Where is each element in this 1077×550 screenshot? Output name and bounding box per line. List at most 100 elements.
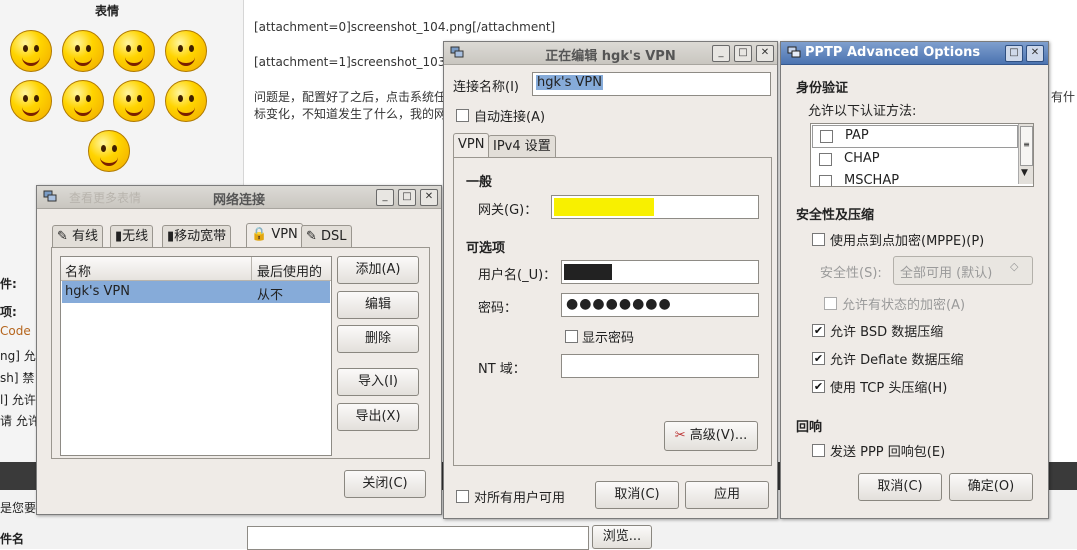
conn-name-input[interactable]: hgk's VPN — [532, 72, 771, 96]
emoticon-cool[interactable] — [113, 80, 155, 122]
gateway-input[interactable] — [551, 195, 759, 219]
network-titlebar[interactable]: 查看更多表情 网络连接 _ □ ✕ — [37, 186, 441, 209]
auth-heading: 身份验证 — [796, 81, 849, 96]
deflate-label: 允许 Deflate 数据压缩 — [830, 353, 964, 368]
show-password-checkbox[interactable] — [565, 330, 578, 343]
tab-vpn[interactable]: 🔒 VPN — [246, 223, 303, 248]
pap-label: PAP — [845, 128, 869, 143]
add-button[interactable]: 添加(A) — [337, 256, 419, 284]
auth-method-list[interactable]: PAP CHAP MSCHAP ≡ ▼ — [810, 123, 1034, 187]
tcp-header-checkbox[interactable]: ✔ — [812, 380, 825, 393]
list-item[interactable]: MSCHAP — [812, 171, 1016, 186]
all-users-checkbox[interactable] — [456, 490, 469, 503]
bsd-checkbox[interactable]: ✔ — [812, 324, 825, 337]
minimize-icon[interactable]: _ — [712, 45, 730, 62]
close-icon[interactable]: ✕ — [420, 189, 438, 206]
pptp-advanced-window: PPTP Advanced Options □ ✕ 身份验证 允许以下认证方法:… — [780, 41, 1049, 519]
close-icon[interactable]: ✕ — [756, 45, 774, 62]
emoticon-grin[interactable] — [62, 80, 104, 122]
minimize-icon[interactable]: _ — [376, 189, 394, 206]
attachment-line-1: [attachment=1]screenshot_103 — [254, 55, 446, 69]
column-last-used[interactable]: 最后使用的 — [257, 261, 322, 280]
attachment-line-0: [attachment=0]screenshot_104.png[/attach… — [254, 20, 556, 34]
tab-mobile[interactable]: ▮移动宽带 — [162, 225, 232, 248]
scroll-down-icon[interactable]: ▼ — [1021, 168, 1028, 178]
advanced-button[interactable]: ✂ 高级(V)... — [664, 421, 758, 451]
tab-wired[interactable]: ✎ 有线 — [52, 225, 104, 248]
list-header: 名称 最后使用的 — [61, 257, 331, 281]
security-select[interactable]: 全部可用 (默认) ◇ — [893, 256, 1033, 285]
connection-list[interactable]: 名称 最后使用的 hgk's VPN 从不 — [60, 256, 332, 456]
tab-wireless[interactable]: ▮无线 — [110, 225, 154, 248]
optional-heading: 可选项 — [466, 241, 506, 256]
nt-domain-input[interactable] — [561, 354, 759, 378]
chap-label: CHAP — [844, 151, 880, 166]
import-button[interactable]: 导入(I) — [337, 368, 419, 396]
send-echo-checkbox[interactable] — [812, 444, 825, 457]
chap-checkbox[interactable] — [819, 153, 832, 166]
question-line-1: 问题是，配置好了之后，点击系统任 — [254, 90, 447, 104]
tab-mobile-label: 移动宽带 — [174, 229, 227, 244]
cancel-button[interactable]: 取消(C) — [858, 473, 942, 501]
tcp-header-label: 使用 TCP 头压缩(H) — [830, 381, 948, 396]
pptp-app-icon — [787, 46, 801, 58]
tab-vpn-settings[interactable]: VPN — [453, 133, 490, 158]
edit-button[interactable]: 编辑 — [337, 291, 419, 319]
gateway-label: 网关(G)： — [478, 203, 538, 218]
column-name[interactable]: 名称 — [65, 261, 91, 280]
apply-button[interactable]: 应用 — [685, 481, 769, 509]
tab-dsl[interactable]: ✎ DSL — [301, 225, 352, 248]
list-item[interactable]: PAP — [812, 125, 1018, 148]
tab-vpn-label: VPN — [271, 227, 298, 242]
auth-subheading: 允许以下认证方法: — [808, 104, 917, 119]
row-last-used: 从不 — [257, 288, 284, 303]
mppe-checkbox[interactable] — [812, 233, 825, 246]
auto-connect-checkbox[interactable] — [456, 109, 469, 122]
emoticon-cry[interactable] — [10, 80, 52, 122]
maximize-icon[interactable]: □ — [734, 45, 752, 62]
close-button[interactable]: 关闭(C) — [344, 470, 426, 498]
vpn-tab-panel: 名称 最后使用的 hgk's VPN 从不 添加(A) 编辑 删除 导入(I) … — [51, 247, 430, 459]
tab-wired-label: 有线 — [72, 229, 99, 244]
all-users-label: 对所有用户可用 — [474, 491, 566, 506]
username-redaction — [564, 264, 612, 280]
delete-button[interactable]: 删除 — [337, 325, 419, 353]
side-label-4: sh] 禁 — [0, 371, 35, 385]
maximize-icon[interactable]: □ — [398, 189, 416, 206]
username-input[interactable] — [561, 260, 759, 284]
pap-checkbox[interactable] — [820, 130, 833, 143]
wired-icon: ✎ — [57, 229, 68, 244]
tab-ipv4-settings[interactable]: IPv4 设置 — [488, 135, 556, 158]
question-line-2: 标变化，不知道发生了什么，我的网 — [254, 107, 447, 121]
cancel-button[interactable]: 取消(C) — [595, 481, 679, 509]
maximize-icon[interactable]: □ — [1005, 45, 1023, 62]
tab-dsl-label: DSL — [321, 229, 347, 244]
stateful-checkbox[interactable] — [824, 297, 837, 310]
scrollbar-thumb[interactable]: ≡ — [1020, 126, 1033, 166]
ok-button[interactable]: 确定(O) — [949, 473, 1033, 501]
emoticons-heading: 表情 — [95, 4, 120, 18]
emoticon-laugh[interactable] — [165, 30, 207, 72]
mschap-checkbox[interactable] — [819, 175, 832, 186]
gateway-redaction — [554, 198, 654, 216]
emoticon-dizzy[interactable] — [88, 130, 130, 172]
list-item[interactable]: CHAP — [812, 149, 1016, 170]
pptp-titlebar[interactable]: PPTP Advanced Options □ ✕ — [781, 42, 1048, 65]
edit-titlebar[interactable]: 正在编辑 hgk's VPN _ □ ✕ — [444, 42, 777, 65]
export-button[interactable]: 导出(X) — [337, 403, 419, 431]
deflate-checkbox[interactable]: ✔ — [812, 352, 825, 365]
close-icon[interactable]: ✕ — [1026, 45, 1044, 62]
emoticon-tongue[interactable] — [62, 30, 104, 72]
row-name: hgk's VPN — [65, 284, 130, 299]
file-path-input[interactable] — [247, 526, 589, 550]
password-input[interactable]: ●●●●●●●● — [561, 293, 759, 317]
emoticon-smile[interactable] — [10, 30, 52, 72]
auth-list-scrollbar[interactable]: ≡ ▼ — [1018, 124, 1033, 184]
browse-button[interactable]: 浏览... — [592, 525, 652, 549]
conn-name-label: 连接名称(I) — [453, 80, 519, 95]
echo-heading: 回响 — [796, 420, 823, 435]
table-row[interactable]: hgk's VPN 从不 — [62, 281, 330, 303]
emoticon-shy[interactable] — [165, 80, 207, 122]
emoticon-wink[interactable] — [113, 30, 155, 72]
send-echo-label: 发送 PPP 回响包(E) — [830, 445, 946, 460]
